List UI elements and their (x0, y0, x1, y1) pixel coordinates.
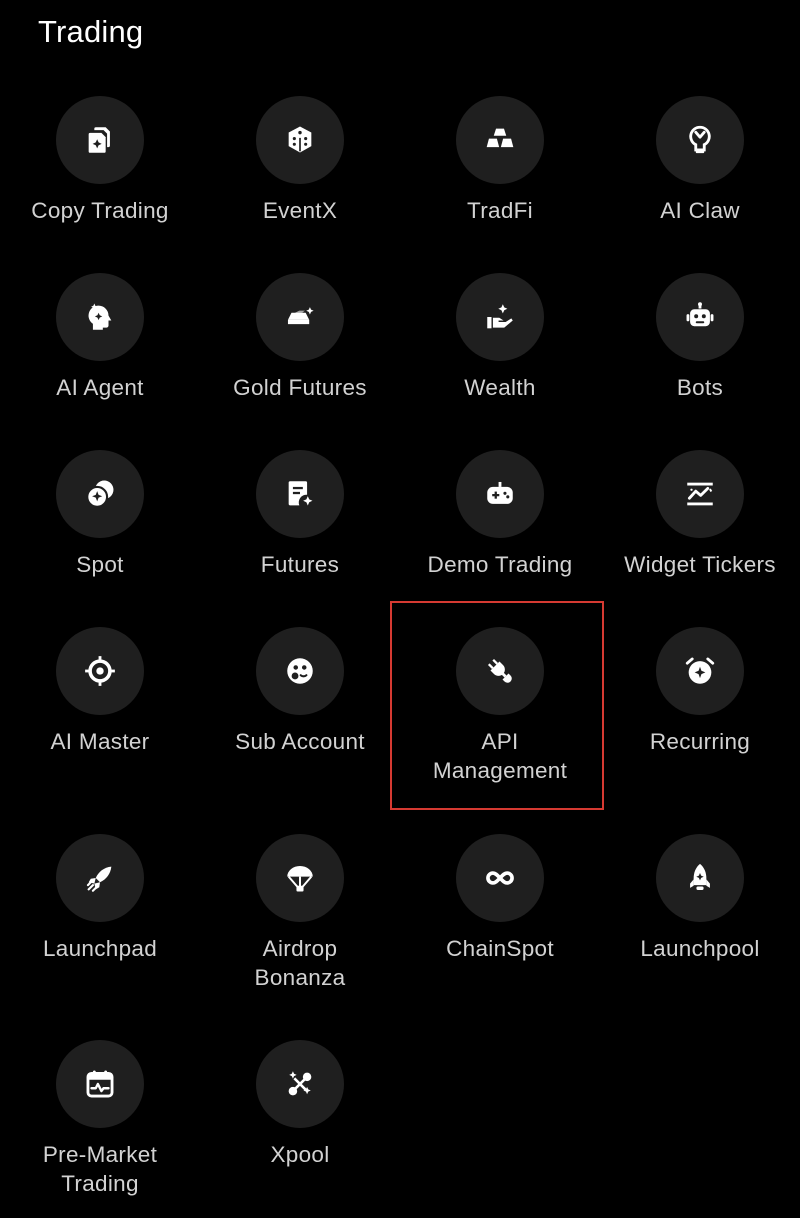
tile-label: Wealth (464, 375, 536, 400)
claw-icon (656, 96, 744, 184)
tile-label: TradFi (467, 198, 533, 223)
tile-ai-agent[interactable]: AI Agent (0, 273, 200, 402)
coins-icon (56, 450, 144, 538)
tile-label: Bots (676, 375, 724, 400)
alarm-clock-icon (656, 627, 744, 715)
tile-label: Sub Account (235, 729, 365, 754)
sub-account-icon (256, 627, 344, 715)
tile-airdrop-bonanza[interactable]: Airdrop Bonanza (200, 834, 400, 992)
tile-label: Launchpool (640, 936, 760, 961)
robot-icon (656, 273, 744, 361)
tile-spot[interactable]: Spot (0, 450, 200, 579)
infinity-icon (456, 834, 544, 922)
tile-pre-market-trading[interactable]: Pre-Market Trading (0, 1040, 200, 1198)
tile-label: Xpool (270, 1142, 330, 1167)
tile-recurring[interactable]: Recurring (600, 627, 800, 756)
gamepad-icon (456, 450, 544, 538)
tile-label: Recurring (649, 729, 751, 754)
target-icon (56, 627, 144, 715)
tile-copy-trading[interactable]: Copy Trading (0, 96, 200, 225)
tile-sub-account[interactable]: Sub Account (200, 627, 400, 756)
tile-label: Demo Trading (427, 552, 573, 577)
tile-label: AI Agent (56, 375, 144, 400)
dice-icon (256, 96, 344, 184)
plug-icon (456, 627, 544, 715)
tile-label: Copy Trading (31, 198, 169, 223)
nodes-icon (256, 1040, 344, 1128)
tile-widget-tickers[interactable]: Widget Tickers (600, 450, 800, 579)
copy-trading-icon (56, 96, 144, 184)
tile-label: Widget Tickers (624, 552, 776, 577)
tile-chainspot[interactable]: ChainSpot (400, 834, 600, 963)
tile-label: Launchpad (42, 936, 158, 961)
chart-widget-icon (656, 450, 744, 538)
tile-futures[interactable]: Futures (200, 450, 400, 579)
ai-head-icon (56, 273, 144, 361)
parachute-icon (256, 834, 344, 922)
calendar-pulse-icon (56, 1040, 144, 1128)
tile-launchpad[interactable]: Launchpad (0, 834, 200, 963)
tile-label: Airdrop Bonanza (254, 936, 346, 990)
tile-label: EventX (262, 198, 338, 223)
tile-ai-claw[interactable]: AI Claw (600, 96, 800, 225)
hand-coin-icon (456, 273, 544, 361)
gold-bars-icon (456, 96, 544, 184)
tile-label: API Management (432, 729, 568, 783)
rocket-pool-icon (656, 834, 744, 922)
tile-eventx[interactable]: EventX (200, 96, 400, 225)
tile-xpool[interactable]: Xpool (200, 1040, 400, 1169)
tile-label: Futures (260, 552, 340, 577)
tile-demo-trading[interactable]: Demo Trading (400, 450, 600, 579)
tile-label: AI Master (50, 729, 150, 754)
tile-launchpool[interactable]: Launchpool (600, 834, 800, 963)
tile-ai-master[interactable]: AI Master (0, 627, 200, 756)
tile-label: ChainSpot (446, 936, 554, 961)
tile-label: AI Claw (660, 198, 740, 223)
tile-api-management[interactable]: API Management (400, 627, 600, 785)
document-sparkle-icon (256, 450, 344, 538)
rocket-icon (56, 834, 144, 922)
tile-tradfi[interactable]: TradFi (400, 96, 600, 225)
trading-grid: Copy Trading EventX TradFi AI Claw AI Ag… (0, 0, 800, 1218)
tile-label: Spot (76, 552, 124, 577)
gold-bar-sparkle-icon (256, 273, 344, 361)
tile-wealth[interactable]: Wealth (400, 273, 600, 402)
tile-gold-futures[interactable]: Gold Futures (200, 273, 400, 402)
tile-bots[interactable]: Bots (600, 273, 800, 402)
tile-label: Pre-Market Trading (42, 1142, 158, 1196)
tile-label: Gold Futures (233, 375, 367, 400)
